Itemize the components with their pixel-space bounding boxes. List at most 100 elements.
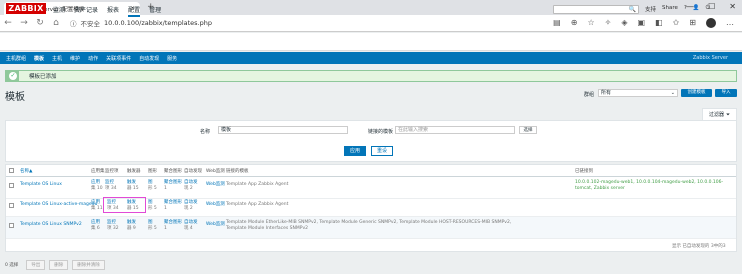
subnav-discovery[interactable]: 自动发现 — [139, 55, 159, 62]
col-items: 监控项 — [105, 169, 119, 174]
col-graphs: 图形 — [148, 169, 157, 174]
screens-count: 1 — [164, 206, 167, 211]
menu-monitoring[interactable]: 监测 — [53, 5, 65, 17]
menu-administration[interactable]: 管理 — [149, 5, 161, 17]
global-search-input[interactable]: 🔍 — [553, 5, 639, 14]
create-template-button[interactable]: 创建模板 — [681, 89, 712, 97]
filter-icon: ⏷ — [726, 111, 731, 118]
linked-templates: Template App Zabbix Agent — [226, 202, 289, 207]
sub-navigation: 主机群组 模板 主机 维护 动作 关联项事件 自动发现 服务 Zabbix Se… — [0, 52, 742, 64]
filter-name-input[interactable]: 模板 — [218, 126, 348, 134]
col-linked-to: 已链接到 — [575, 169, 593, 174]
group-select[interactable]: 所有 ⌄ — [598, 89, 678, 97]
support-link[interactable]: 支持 — [645, 5, 656, 13]
home-icon[interactable]: ⌂ — [48, 18, 64, 28]
items-count: 项 32 — [107, 226, 119, 231]
select-button[interactable]: 选择 — [519, 126, 537, 134]
applications-count: 集 11 — [91, 206, 103, 211]
items-count: 项 34 — [105, 186, 117, 191]
highlight-box — [103, 197, 146, 213]
shield-icon[interactable]: ◈ — [621, 18, 627, 30]
read-mode-icon[interactable]: ▤ — [553, 18, 561, 30]
template-name-link[interactable]: Template OS Linux-active-magedu — [20, 202, 97, 208]
subnav-actions[interactable]: 动作 — [88, 55, 98, 62]
server-brand: Zabbix Server — [692, 55, 728, 61]
app-header — [0, 33, 742, 51]
screens-count: 1 — [164, 226, 167, 231]
web-link[interactable]: Web监测 — [206, 222, 225, 228]
export-button[interactable]: 导出 — [26, 260, 46, 270]
filter-tab[interactable]: 过滤器 ⏷ — [702, 108, 737, 120]
discovery-count: 现 4 — [184, 226, 193, 231]
back-icon[interactable]: ← — [0, 18, 16, 28]
col-screens: 聚合图形 — [164, 169, 182, 174]
web-link[interactable]: Web监测 — [206, 202, 225, 208]
filter-name-label: 名称 — [200, 129, 211, 135]
split-icon[interactable]: ◧ — [655, 18, 663, 30]
subnav-services[interactable]: 服务 — [167, 55, 177, 62]
favorites-icon[interactable]: ✩ — [673, 18, 680, 30]
col-web: Web监测 — [206, 169, 225, 174]
logout-icon[interactable]: ⏻ — [706, 5, 710, 13]
template-name-link[interactable]: Template OS Linux SNMPv2 — [20, 222, 82, 228]
col-linked-templates: 链接的模板 — [226, 169, 249, 174]
graphs-count: 形 5 — [148, 226, 157, 231]
selected-count: 0 选择 — [5, 263, 19, 268]
linked-to-hosts[interactable]: 10.0.0.102-magedu-web1, 10.0.0.104-maged… — [575, 180, 735, 192]
subnav-maintenance[interactable]: 维护 — [70, 55, 80, 62]
address-bar: ← → ↻ ⌂ ⓘ 不安全 10.0.0.100/zabbix/template… — [0, 15, 742, 32]
discovery-count: 现 2 — [184, 206, 193, 211]
select-all-checkbox[interactable] — [9, 168, 14, 173]
reset-button[interactable]: 重设 — [371, 146, 393, 156]
screens-count: 1 — [164, 186, 167, 191]
user-profile-icon[interactable]: 👤 — [693, 5, 700, 13]
filter-linked-input[interactable]: 在此输入搜索 — [395, 126, 515, 134]
triggers-count: 器 9 — [127, 226, 136, 231]
zabbix-logo[interactable]: ZABBIX — [6, 3, 46, 14]
subnav-templates[interactable]: 模板 — [34, 55, 44, 62]
import-button[interactable]: 导入 — [715, 89, 737, 97]
delete-and-clear-button[interactable]: 删除并清除 — [72, 260, 105, 270]
delete-button[interactable]: 删除 — [49, 260, 69, 270]
discovery-count: 现 2 — [184, 186, 193, 191]
more-icon[interactable]: … — [726, 18, 734, 30]
col-applications: 应用集 — [91, 169, 105, 174]
wallet-icon[interactable]: ▣ — [637, 18, 645, 30]
triggers-count: 器 15 — [127, 186, 139, 191]
reload-icon[interactable]: ↻ — [32, 18, 48, 28]
col-name[interactable]: 名称▲ — [20, 168, 32, 174]
bulk-actions-bar: 0 选择 导出 删除 删除并清除 — [0, 256, 742, 274]
filter-linked-label: 链接的模板 — [368, 129, 394, 135]
row-checkbox[interactable] — [9, 183, 14, 188]
row-checkbox[interactable] — [9, 203, 14, 208]
row-checkbox[interactable] — [9, 223, 14, 228]
search-icon[interactable]: 🔍 — [629, 6, 636, 13]
template-name-link[interactable]: Template OS Linux — [20, 182, 62, 188]
close-window-icon[interactable]: ✕ — [729, 2, 736, 11]
message-text: 模板已添加 — [29, 74, 57, 80]
subnav-hosts[interactable]: 主机 — [52, 55, 62, 62]
collections-icon[interactable]: ⊞ — [689, 18, 696, 30]
profile-avatar[interactable] — [706, 18, 716, 30]
success-message: 模板已添加 — [5, 70, 737, 82]
help-icon[interactable]: ? — [684, 5, 687, 13]
extensions-icon[interactable]: ✧ — [605, 18, 612, 30]
subnav-host-groups[interactable]: 主机群组 — [6, 55, 26, 62]
url-field[interactable]: ⓘ 不安全 10.0.0.100/zabbix/templates.php — [70, 18, 212, 28]
page-title: 模板 — [5, 92, 25, 103]
graphs-count: 形 5 — [148, 186, 157, 191]
menu-configuration[interactable]: 配置 — [128, 5, 141, 17]
menu-inventory[interactable]: 资产记录 — [74, 5, 98, 17]
group-label: 群组 — [584, 92, 595, 98]
zoom-icon[interactable]: ⊕ — [571, 18, 578, 30]
user-links: 支持 Share ? 👤 ⏻ — [645, 5, 710, 13]
filter-tab-label: 过滤器 — [708, 112, 724, 118]
share-link[interactable]: Share — [662, 5, 678, 13]
apply-button[interactable]: 应用 — [344, 146, 366, 156]
forward-icon[interactable]: → — [16, 18, 32, 28]
web-link[interactable]: Web监测 — [206, 182, 225, 188]
menu-reports[interactable]: 报表 — [107, 5, 119, 17]
favorite-star-icon[interactable]: ☆ — [587, 18, 594, 30]
subnav-correlation[interactable]: 关联项事件 — [106, 55, 131, 62]
col-triggers: 触发器 — [127, 169, 141, 174]
